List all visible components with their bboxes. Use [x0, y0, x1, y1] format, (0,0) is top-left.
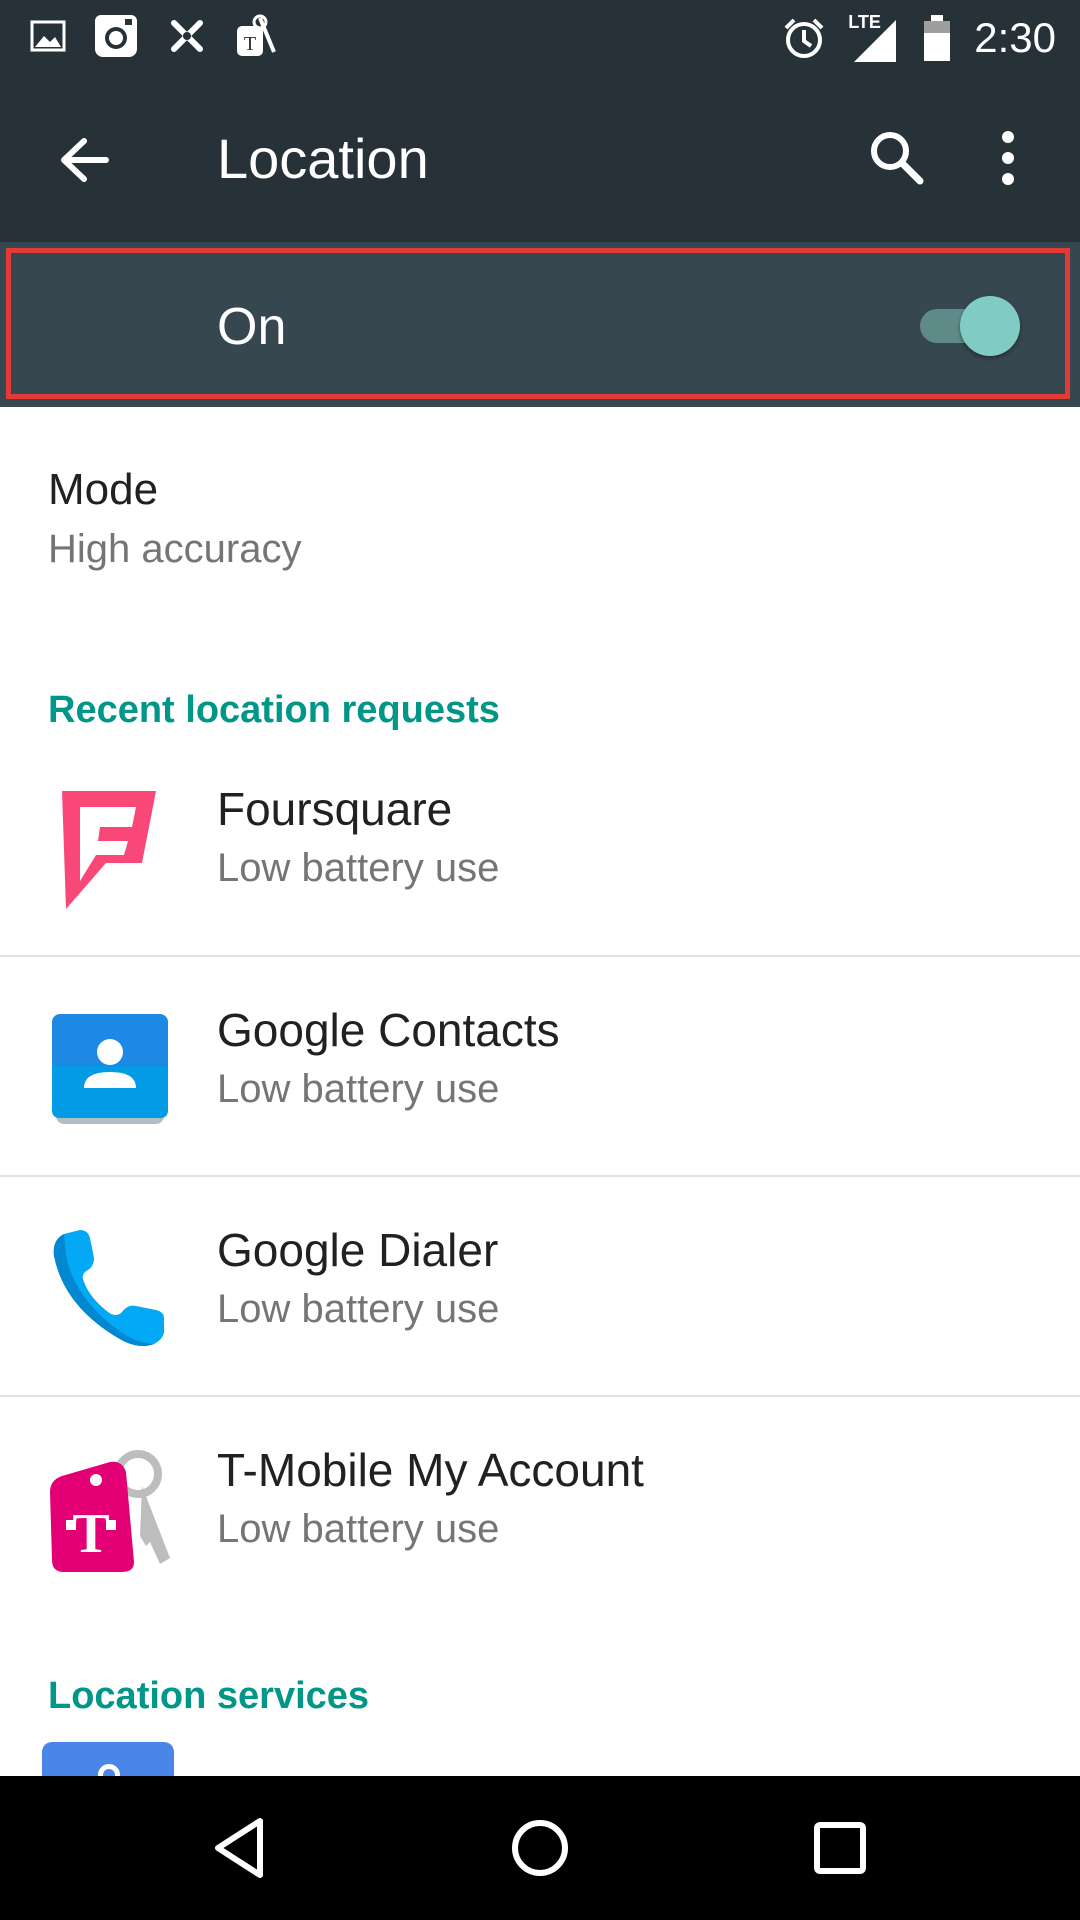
nav-recents-button[interactable]: [805, 1813, 875, 1883]
notification-icons: T: [30, 12, 278, 60]
back-button[interactable]: [50, 125, 120, 195]
app-usage: Low battery use: [217, 1507, 500, 1551]
more-vert-icon: [1002, 131, 1014, 185]
location-toggle[interactable]: [920, 296, 1024, 356]
highlight-box: [6, 248, 1070, 399]
system-icons: LTE 2:30: [782, 10, 1056, 65]
recents-square-icon: [814, 1822, 866, 1874]
phone-icon: [53, 1230, 165, 1346]
alarm-icon: [784, 18, 824, 58]
app-name: T-Mobile My Account: [217, 1444, 644, 1496]
app-usage: Low battery use: [217, 1067, 500, 1111]
mode-title: Mode: [48, 465, 159, 514]
switch-label: On: [217, 298, 287, 356]
navigation-bar: [0, 1776, 1080, 1920]
back-triangle-icon: [215, 1818, 263, 1878]
search-icon: [871, 132, 924, 185]
gallery-icon: [30, 20, 66, 52]
recent-requests-header: Recent location requests: [48, 689, 500, 731]
foursquare-icon: [62, 791, 156, 909]
home-circle-icon: [512, 1820, 568, 1876]
app-row-google-dialer[interactable]: Google Dialer Low battery use: [0, 1176, 1080, 1396]
svg-text:T: T: [244, 33, 256, 55]
app-icon: [171, 20, 203, 52]
more-options-button[interactable]: [980, 123, 1036, 193]
location-master-switch-bar[interactable]: On: [0, 242, 1080, 407]
location-services-app-icon[interactable]: [42, 1742, 174, 1776]
location-services-header: Location services: [48, 1675, 370, 1717]
search-button[interactable]: [862, 123, 932, 193]
app-row-tmobile-my-account[interactable]: T T-Mobile My Account Low battery use: [0, 1396, 1080, 1616]
app-usage: Low battery use: [217, 846, 500, 890]
page-title: Location: [217, 127, 429, 190]
app-bar: Location: [0, 75, 1080, 242]
nav-back-button[interactable]: [206, 1813, 276, 1883]
status-bar: T LTE 2:30: [0, 0, 1080, 75]
battery-icon: [924, 14, 951, 61]
app-row-foursquare[interactable]: Foursquare Low battery use: [0, 735, 1080, 955]
nav-home-button[interactable]: [505, 1813, 575, 1883]
app-name: Foursquare: [217, 783, 453, 835]
app-name: Google Contacts: [217, 1004, 560, 1056]
instagram-icon: [95, 15, 137, 57]
mode-value: High accuracy: [48, 527, 302, 571]
back-arrow-icon: [61, 138, 109, 182]
signal-icon: [854, 19, 897, 62]
mode-setting[interactable]: Mode High accuracy: [48, 462, 301, 574]
contacts-icon: [52, 1014, 168, 1124]
clock: 2:30: [974, 14, 1056, 61]
app-name: Google Dialer: [217, 1224, 499, 1276]
app-row-google-contacts[interactable]: Google Contacts Low battery use: [0, 956, 1080, 1176]
toggle-thumb: [960, 296, 1020, 356]
app-usage: Low battery use: [217, 1287, 500, 1331]
network-indicator: LTE: [848, 12, 900, 64]
svg-text:T: T: [72, 1503, 109, 1565]
tmobile-icon: T: [237, 14, 276, 56]
tmobile-key-icon: T: [50, 1450, 170, 1572]
